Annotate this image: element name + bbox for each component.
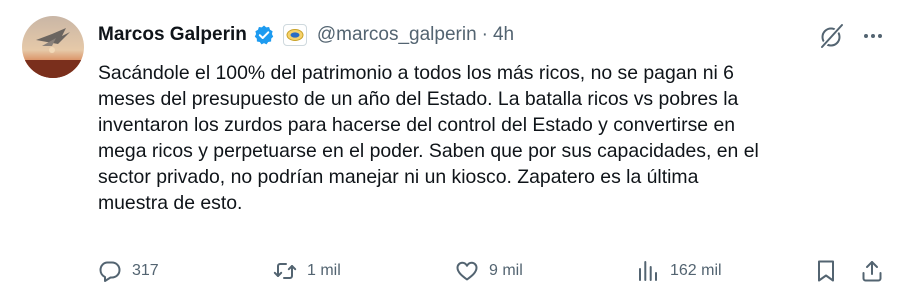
views-count: 162 mil bbox=[670, 262, 722, 279]
tweet-actions: 317 1 mil 9 mil 162 mil bbox=[98, 256, 890, 286]
more-options-button[interactable] bbox=[858, 21, 888, 51]
share-button[interactable] bbox=[860, 256, 884, 286]
retweet-count: 1 mil bbox=[307, 262, 341, 279]
avatar-image bbox=[22, 16, 84, 78]
author-name[interactable]: Marcos Galperin bbox=[98, 24, 247, 46]
retweet-icon bbox=[273, 263, 297, 279]
bookmark-button[interactable] bbox=[814, 256, 838, 286]
author-avatar[interactable] bbox=[22, 16, 84, 78]
views-button[interactable]: 162 mil bbox=[636, 256, 722, 286]
tweet-text: Sacándole el 100% del patrimonio a todos… bbox=[98, 62, 759, 214]
heart-icon bbox=[456, 261, 478, 281]
like-button[interactable]: 9 mil bbox=[455, 256, 523, 286]
separator-dot: · bbox=[481, 24, 488, 45]
bookmark-icon bbox=[818, 260, 834, 282]
reply-button[interactable]: 317 bbox=[98, 256, 159, 286]
share-icon bbox=[862, 261, 882, 282]
grok-icon bbox=[821, 24, 843, 48]
affiliate-badge-icon[interactable] bbox=[282, 24, 307, 46]
grok-button[interactable] bbox=[817, 21, 847, 51]
tweet-timestamp[interactable]: 4h bbox=[493, 24, 514, 46]
reply-icon bbox=[99, 261, 121, 282]
like-count: 9 mil bbox=[489, 262, 523, 279]
more-icon bbox=[864, 34, 882, 38]
author-handle[interactable]: @marcos_galperin bbox=[317, 24, 477, 46]
views-icon bbox=[639, 261, 657, 281]
reply-count: 317 bbox=[132, 262, 159, 279]
tweet-header: Marcos Galperin @marcos_galperin · 4h bbox=[98, 21, 514, 49]
verified-badge-icon[interactable] bbox=[253, 24, 275, 46]
retweet-button[interactable]: 1 mil bbox=[273, 256, 341, 286]
tweet-card: Marcos Galperin @marcos_galperin · 4h Sa… bbox=[0, 0, 912, 305]
